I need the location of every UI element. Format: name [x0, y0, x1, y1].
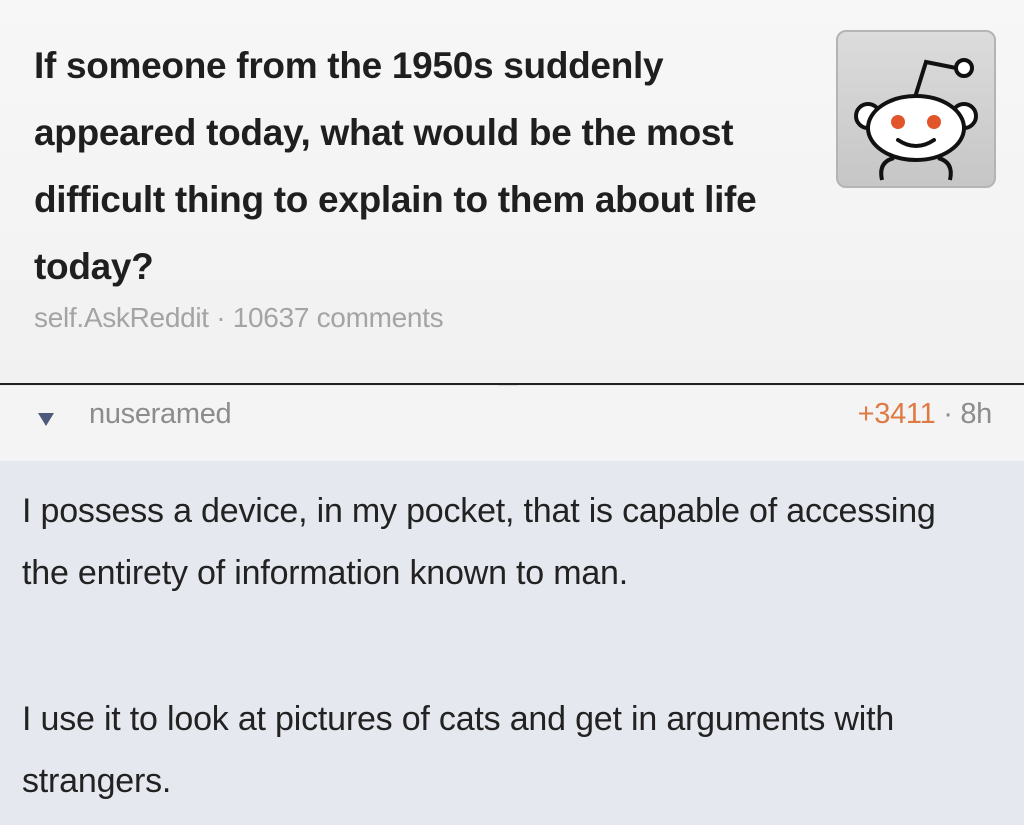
comment-score: +3411 [857, 398, 936, 430]
post-card[interactable]: If someone from the 1950s suddenly appea… [0, 0, 1024, 384]
post-domain[interactable]: self.AskReddit [34, 302, 209, 333]
comment-count[interactable]: 10637 comments [233, 302, 444, 333]
meta-separator: · [216, 302, 226, 333]
reddit-thread-screen: If someone from the 1950s suddenly appea… [0, 0, 1024, 825]
post-title[interactable]: If someone from the 1950s suddenly appea… [34, 32, 814, 300]
score-separator: · [943, 398, 953, 430]
collapse-triangle-icon[interactable] [38, 413, 54, 426]
comment-paragraph: I use it to look at pictures of cats and… [22, 700, 895, 800]
comment-age: 8h [960, 398, 992, 430]
comment-score-row: +3411 · 8h [857, 398, 993, 431]
post-meta: self.AskReddit · 10637 comments [34, 302, 444, 334]
comment-paragraph: I possess a device, in my pocket, that i… [22, 492, 936, 592]
comment-author[interactable]: nuseramed [89, 398, 232, 431]
reddit-alien-icon [854, 58, 978, 181]
post-thumbnail[interactable] [836, 30, 996, 188]
